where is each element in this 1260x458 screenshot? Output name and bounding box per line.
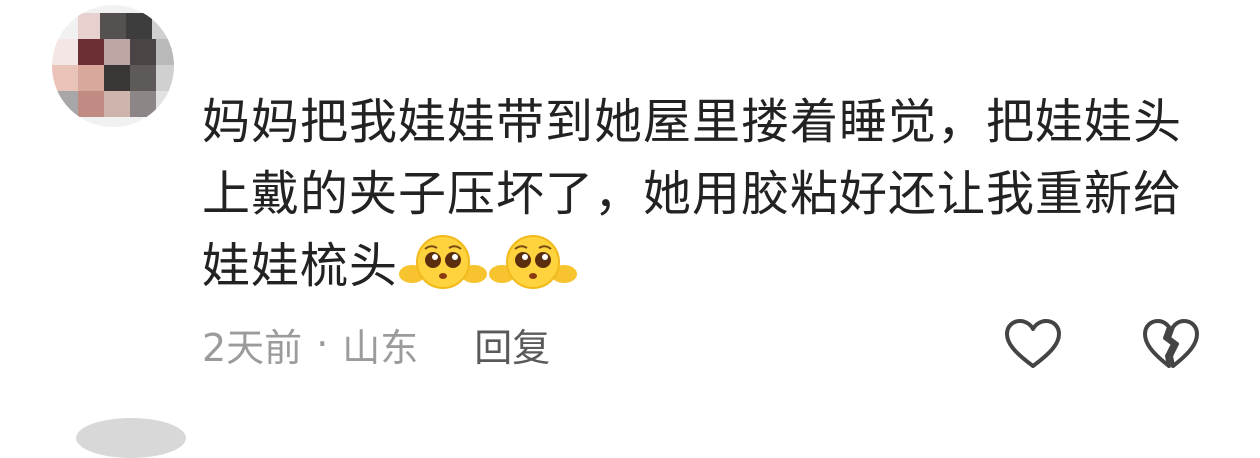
comment-location: 山东 <box>342 325 419 370</box>
reply-button[interactable]: 回复 <box>474 317 550 372</box>
comment-body: 妈妈把我娃娃带到她屋里搂着睡觉，把娃娃头上戴的夹子压坏了，她用胶粘好还让我重新给… <box>202 86 1212 302</box>
avatar-pixel <box>156 39 174 65</box>
broken-heart-icon <box>1143 319 1199 368</box>
avatar-pixel <box>104 65 130 91</box>
avatar-pixel <box>156 91 174 117</box>
avatar-pixel <box>130 65 156 91</box>
like-button[interactable] <box>1002 316 1064 372</box>
next-comment-avatar[interactable] <box>76 418 186 458</box>
comment-meta: 2天前 · 山东 回复 <box>202 316 550 372</box>
comment-time: 2天前 <box>202 325 303 370</box>
avatar-pixel <box>52 39 78 65</box>
avatar-pixel <box>156 65 174 91</box>
avatar-pixel <box>126 13 152 39</box>
avatar[interactable] <box>52 5 174 127</box>
avatar-pixel <box>78 91 104 117</box>
avatar-pixel <box>130 39 156 65</box>
comment-text: 妈妈把我娃娃带到她屋里搂着睡觉，把娃娃头上戴的夹子压坏了，她用胶粘好还让我重新给… <box>202 94 1183 294</box>
avatar-pixel <box>104 39 130 65</box>
pleading-face-emoji <box>489 235 578 289</box>
avatar-pixel <box>152 13 174 39</box>
pleading-face-emoji <box>399 235 488 289</box>
avatar-pixel <box>52 91 78 117</box>
avatar-pixel <box>100 13 126 39</box>
avatar-pixel <box>78 39 104 65</box>
dislike-button[interactable] <box>1140 316 1202 372</box>
heart-outline-icon <box>1005 319 1061 368</box>
avatar-pixel <box>52 65 78 91</box>
avatar-pixel <box>78 65 104 91</box>
meta-separator: · <box>316 322 329 366</box>
avatar-pixel <box>130 91 156 117</box>
avatar-pixel <box>104 91 130 117</box>
